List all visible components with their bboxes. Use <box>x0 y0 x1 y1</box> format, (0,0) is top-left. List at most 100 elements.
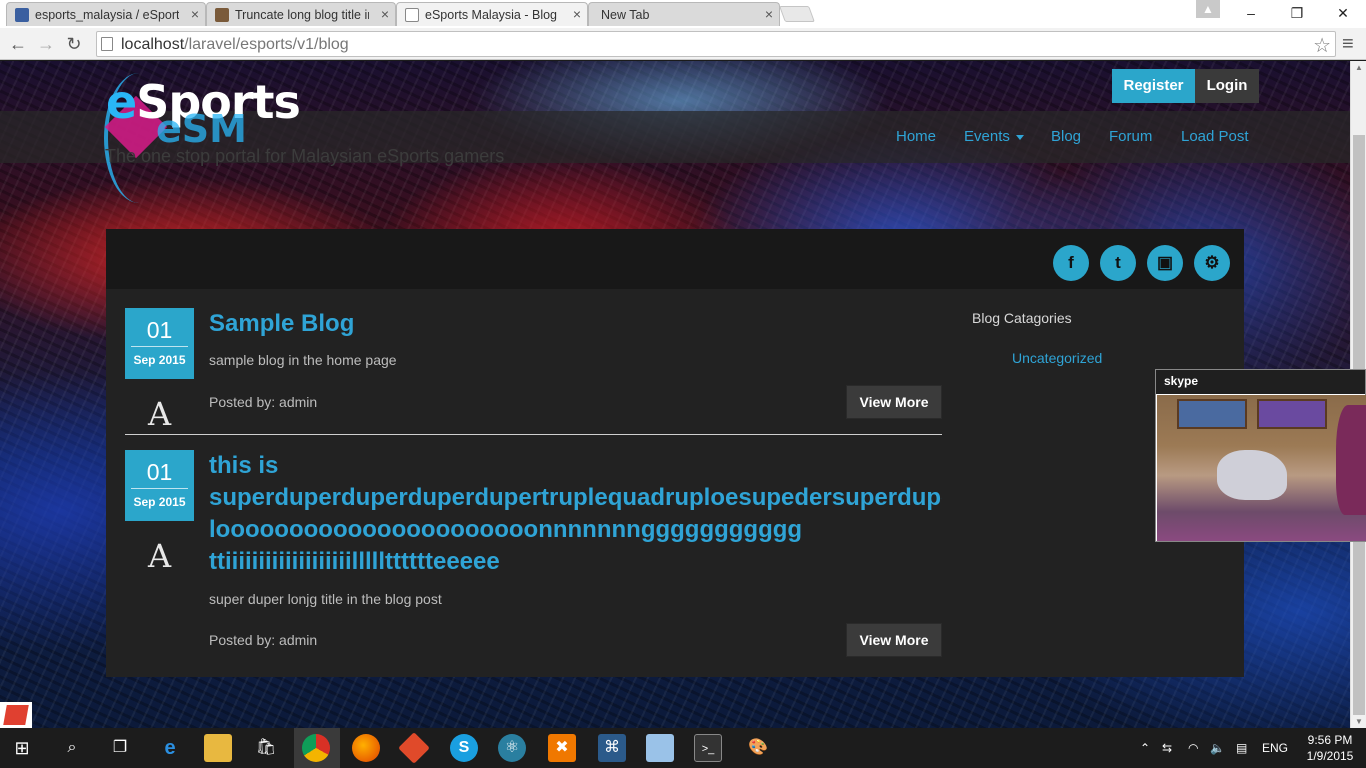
view-more-button[interactable]: View More <box>846 623 942 657</box>
wifi-icon[interactable]: ◠ <box>1188 728 1198 768</box>
virtualbox-icon[interactable] <box>646 734 674 762</box>
twitch-icon[interactable]: ▣ <box>1147 245 1183 281</box>
app-icon[interactable]: ⚛ <box>498 734 526 762</box>
chrome-icon[interactable] <box>302 734 330 762</box>
firefox-icon[interactable] <box>352 734 380 762</box>
widget-icon <box>3 705 29 725</box>
url-path: /laravel/esports/v1/blog <box>184 36 349 53</box>
video-window-shape <box>1177 399 1247 429</box>
category-link[interactable]: Uncategorized <box>1012 350 1102 366</box>
video-person <box>1336 405 1366 515</box>
post-title[interactable]: this is superduperduperduperdupertrupleq… <box>209 450 942 578</box>
stackoverflow-favicon-icon <box>215 8 229 22</box>
web-page: eSports eSM The one stop portal for Mala… <box>0 61 1350 728</box>
browser-tab[interactable]: esports_malaysia / eSport × <box>6 2 206 26</box>
nav-forum[interactable]: Forum <box>1109 128 1152 145</box>
browser-tab-active[interactable]: eSports Malaysia - Blog × <box>396 2 588 26</box>
search-icon[interactable]: ⌕ <box>58 734 86 762</box>
post-title-line: this is <box>209 452 279 479</box>
page-favicon-icon <box>405 8 419 22</box>
nav-home[interactable]: Home <box>896 128 936 145</box>
forward-arrow-icon[interactable]: → <box>34 32 58 56</box>
edge-icon[interactable]: e <box>156 734 184 762</box>
skype-video-window[interactable]: skype <box>1155 369 1366 542</box>
author-avatar-icon: A <box>147 537 172 575</box>
caret-down-icon <box>1015 134 1024 140</box>
app-widget-icon[interactable] <box>0 702 32 728</box>
post-title-line: Sample Blog <box>209 310 355 337</box>
browser-tab[interactable]: Truncate long blog title in × <box>206 2 396 26</box>
back-arrow-icon[interactable]: ← <box>6 32 30 56</box>
page-icon <box>101 37 113 51</box>
user-profile-icon[interactable]: ▲ <box>1196 0 1220 18</box>
tab-title: Truncate long blog title in <box>235 8 369 22</box>
post-date-badge: 01 Sep 2015 <box>125 450 194 521</box>
action-center-icon[interactable]: ▤ <box>1236 728 1247 768</box>
skype-icon[interactable]: S <box>450 734 478 762</box>
bookmark-star-icon[interactable]: ☆ <box>1313 33 1331 58</box>
view-more-button[interactable]: View More <box>846 385 942 419</box>
social-bar: f t ▣ ⚙ <box>106 229 1244 289</box>
tab-close-icon[interactable]: × <box>573 6 581 22</box>
post-author: Posted by: admin <box>209 632 318 648</box>
logo-e: e <box>106 75 137 129</box>
post-author: Posted by: admin <box>209 394 318 410</box>
video-window-shape <box>1257 399 1327 429</box>
site-logo[interactable]: eSports eSM <box>104 67 304 203</box>
address-bar[interactable]: localhost/laravel/esports/v1/blog ☆ <box>96 31 1336 57</box>
post-title[interactable]: Sample Blog <box>209 308 942 340</box>
github-favicon-icon <box>15 8 29 22</box>
task-view-icon[interactable]: ❐ <box>106 734 134 762</box>
browser-toolbar: ← → ↻ localhost/laravel/esports/v1/blog … <box>0 28 1366 60</box>
facebook-icon[interactable]: f <box>1053 245 1089 281</box>
logo-sub: eSM <box>156 107 247 151</box>
tab-close-icon[interactable]: × <box>381 6 389 22</box>
login-button[interactable]: Login <box>1195 69 1259 103</box>
database-icon[interactable]: ⌘ <box>598 734 626 762</box>
post-day: 01 <box>131 450 188 489</box>
system-clock[interactable]: 9:56 PM 1/9/2015 <box>1298 732 1362 764</box>
network-icon[interactable]: ⇆ <box>1162 728 1172 768</box>
file-explorer-icon[interactable] <box>204 734 232 762</box>
post-title-line: ttiiiiiiiiiiiiiiiiiiillllltttttteeeee <box>209 548 500 575</box>
language-indicator[interactable]: ENG <box>1262 728 1288 768</box>
volume-icon[interactable]: 🔈 <box>1210 728 1225 768</box>
tab-title: esports_malaysia / eSport <box>35 8 179 22</box>
reload-icon[interactable]: ↻ <box>62 32 86 56</box>
video-object <box>1217 450 1287 500</box>
post-excerpt: super duper lonjg title in the blog post <box>209 591 442 607</box>
browser-menu-icon[interactable]: ≡ <box>1342 33 1354 56</box>
taskbar: ⊞ ⌕ ❐ e 🛍 S ⚛ ✖ ⌘ >_ 🎨 ⌃ ⇆ ◠ 🔈 ▤ ENG 9:5… <box>0 728 1366 768</box>
post-date-badge: 01 Sep 2015 <box>125 308 194 379</box>
scroll-up-icon[interactable]: ▲ <box>1351 63 1366 72</box>
store-icon[interactable]: 🛍 <box>252 734 280 762</box>
xampp-icon[interactable]: ✖ <box>548 734 576 762</box>
nav-blog[interactable]: Blog <box>1051 128 1081 145</box>
windows-start-icon[interactable]: ⊞ <box>8 734 36 762</box>
terminal-icon[interactable]: >_ <box>694 734 722 762</box>
post-month: Sep 2015 <box>133 495 186 509</box>
twitter-icon[interactable]: t <box>1100 245 1136 281</box>
minimize-button[interactable]: – <box>1228 0 1274 28</box>
tray-expand-icon[interactable]: ⌃ <box>1140 728 1150 768</box>
scroll-down-icon[interactable]: ▼ <box>1351 717 1366 726</box>
nav-load-post[interactable]: Load Post <box>1181 128 1249 145</box>
new-tab-button[interactable] <box>779 6 815 22</box>
git-icon[interactable] <box>398 732 430 764</box>
close-window-button[interactable]: ✕ <box>1320 0 1366 28</box>
url-text: localhost/laravel/esports/v1/blog <box>121 36 349 54</box>
paint-icon[interactable]: 🎨 <box>744 734 772 762</box>
tab-close-icon[interactable]: × <box>765 6 773 22</box>
register-button[interactable]: Register <box>1112 69 1195 103</box>
steam-icon[interactable]: ⚙ <box>1194 245 1230 281</box>
url-host: localhost <box>121 36 185 53</box>
nav-events-label: Events <box>964 128 1010 145</box>
browser-tab[interactable]: New Tab × <box>588 2 780 26</box>
tab-close-icon[interactable]: × <box>191 6 199 22</box>
post-divider <box>125 434 942 435</box>
clock-date: 1/9/2015 <box>1306 749 1354 763</box>
site-tagline: The one stop portal for Malaysian eSport… <box>105 146 505 166</box>
restore-button[interactable]: ❐ <box>1274 0 1320 28</box>
skype-video-feed <box>1157 395 1366 541</box>
nav-events[interactable]: Events <box>964 128 1024 145</box>
